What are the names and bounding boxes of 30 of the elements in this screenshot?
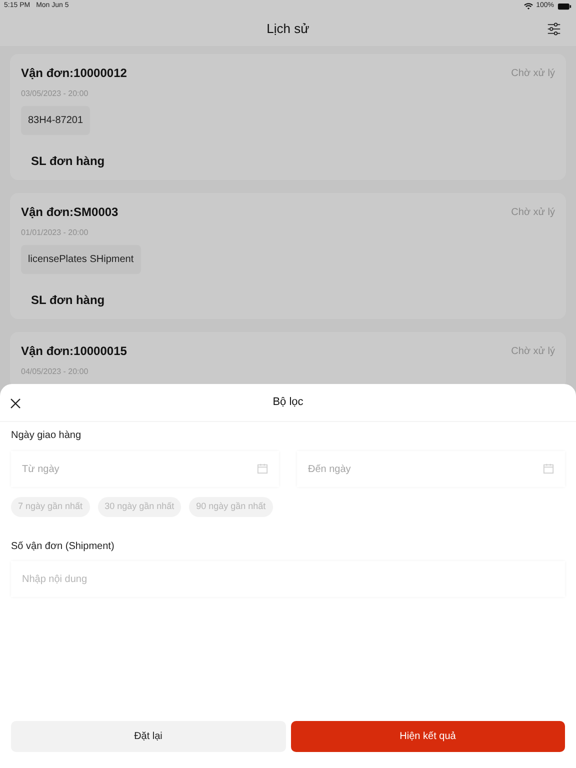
section-label: Số vận đơn (Shipment) [11, 540, 116, 554]
filter-button[interactable] [546, 21, 562, 37]
battery-icon [557, 2, 572, 10]
date-field[interactable]: Đến ngày [297, 451, 565, 487]
calendar-icon [543, 463, 554, 474]
screen-title: Lịch sử [266, 20, 310, 38]
license-plate-tag: licensePlates SHipment [21, 245, 141, 274]
order-datetime: 04/05/2023 - 20:00 [21, 366, 90, 378]
order-title: Vận đơn:10000015 [21, 343, 127, 360]
order-count-label: SL đơn hàng [31, 292, 106, 309]
order-count-label: SL đơn hàng [31, 153, 106, 170]
reset-button[interactable]: Đặt lại [11, 721, 286, 752]
order-status: Chờ xử lý [511, 206, 555, 220]
order-card[interactable]: Vận đơn:10000012 Chờ xử lý 03/05/2023 - 20:00 83H4-87201 SL đơn hàng [10, 54, 566, 180]
order-datetime: 03/05/2023 - 20:00 [21, 88, 90, 100]
order-title: Vận đơn:SM0003 [21, 204, 118, 221]
license-plate-tag: 83H4-87201 [21, 106, 90, 135]
order-status: Chờ xử lý [511, 344, 555, 358]
section-label: Ngày giao hàng [11, 429, 82, 443]
calendar-icon [257, 463, 268, 474]
close-button[interactable] [10, 398, 21, 409]
wifi-icon [524, 2, 534, 10]
show-results-button[interactable]: Hiện kết quả [290, 721, 565, 752]
order-datetime: 01/01/2023 - 20:00 [21, 227, 90, 239]
order-title: Vận đơn:10000012 [21, 65, 127, 82]
date-field[interactable]: Từ ngày [11, 451, 279, 487]
shipment-input[interactable]: Nhập nội dung [11, 561, 565, 597]
order-status: Chờ xử lý [511, 66, 555, 80]
sheet-title: Bộ lọc [272, 395, 304, 410]
order-card[interactable]: Vận đơn:SM0003 Chờ xử lý 01/01/2023 - 20:00 licensePlates SHipment SL đơn hàng [10, 193, 566, 319]
